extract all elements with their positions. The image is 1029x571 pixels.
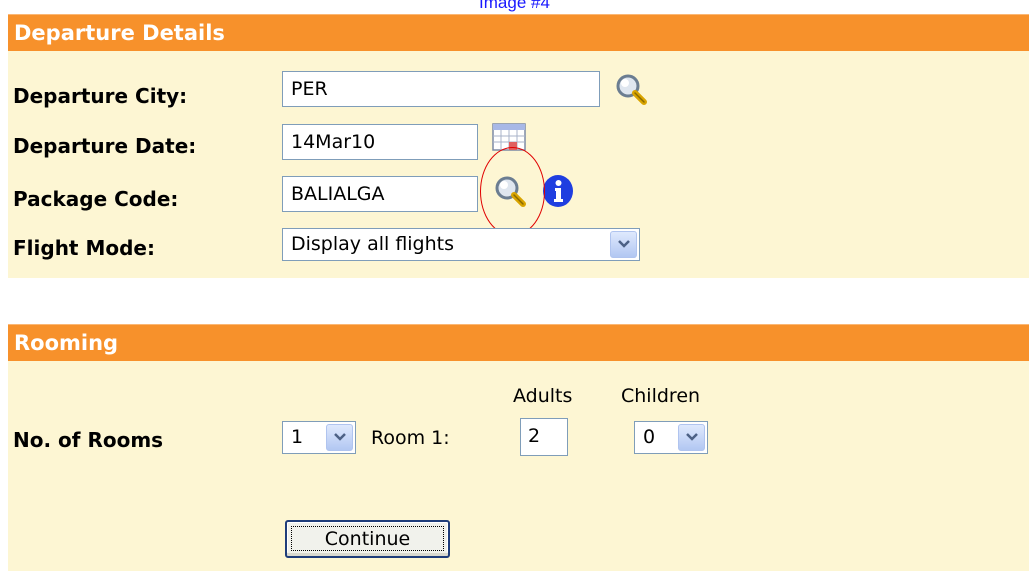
- chevron-down-icon[interactable]: [610, 231, 637, 258]
- departure-city-label: Departure City:: [13, 84, 188, 108]
- adults-column-header: Adults: [513, 385, 573, 407]
- children-select[interactable]: 0: [634, 421, 708, 454]
- departure-city-input[interactable]: PER: [282, 71, 600, 107]
- image-caption: Image #4: [479, 0, 550, 12]
- departure-date-input[interactable]: 14Mar10: [282, 124, 478, 160]
- highlight-circle: [480, 147, 545, 236]
- magnifier-icon[interactable]: [614, 72, 648, 110]
- flight-mode-label: Flight Mode:: [13, 236, 155, 260]
- departure-date-label: Departure Date:: [13, 134, 197, 158]
- flight-mode-value: Display all flights: [291, 233, 455, 255]
- rooms-value: 1: [291, 426, 304, 448]
- continue-button-label: Continue: [291, 526, 444, 551]
- room-1-label: Room 1:: [371, 427, 450, 449]
- children-column-header: Children: [621, 385, 701, 407]
- rooms-select[interactable]: 1: [282, 421, 356, 454]
- continue-button[interactable]: Continue: [285, 520, 450, 558]
- children-value: 0: [643, 426, 656, 448]
- package-code-input[interactable]: BALIALGA: [282, 176, 478, 212]
- chevron-down-icon[interactable]: [326, 424, 353, 451]
- rooming-header: Rooming: [8, 324, 1029, 361]
- chevron-down-icon[interactable]: [678, 424, 705, 451]
- package-code-label: Package Code:: [13, 187, 179, 211]
- rooms-label: No. of Rooms: [13, 428, 164, 452]
- flight-mode-select[interactable]: Display all flights: [282, 228, 640, 261]
- adults-input[interactable]: 2: [520, 418, 568, 456]
- info-icon[interactable]: [541, 174, 575, 212]
- departure-details-header: Departure Details: [8, 14, 1029, 51]
